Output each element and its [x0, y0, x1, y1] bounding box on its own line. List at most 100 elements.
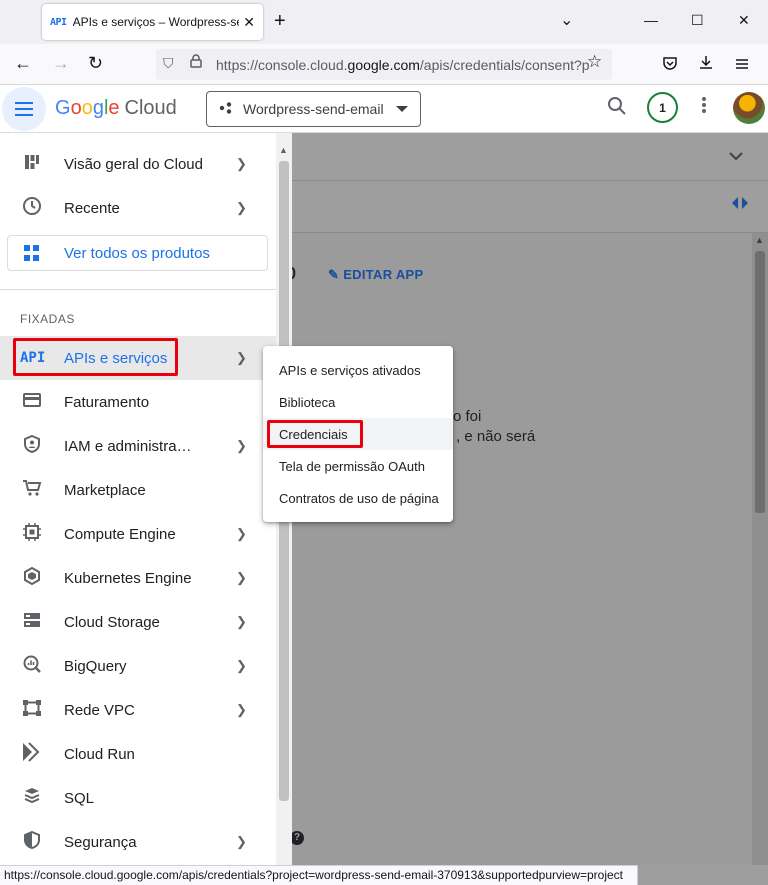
tracking-shield-icon[interactable]: ⛉ — [163, 55, 174, 72]
hamburger-icon — [15, 102, 33, 116]
cloud-console-header: Google Cloud Wordpress-send-email 1 — [0, 85, 768, 133]
scroll-up-icon[interactable]: ▲ — [755, 235, 764, 245]
grid-icon — [24, 245, 40, 261]
bigquery-icon — [20, 655, 44, 678]
back-icon[interactable]: ← — [14, 53, 32, 74]
cloud-run-icon — [20, 741, 44, 767]
avatar[interactable] — [733, 92, 765, 124]
more-options-icon[interactable] — [702, 96, 706, 120]
google-cloud-logo[interactable]: Google Cloud — [55, 97, 177, 120]
nav-drawer: Visão geral do Cloud ❯ Recente ❯ Ver tod… — [0, 133, 276, 865]
security-icon — [20, 830, 44, 854]
highlight-box-credentials — [267, 420, 363, 448]
divider — [0, 289, 276, 290]
link-status-bar: https://console.cloud.google.com/apis/cr… — [0, 865, 638, 885]
url-domain: google.com — [347, 56, 420, 73]
url-prefix: https://console.cloud. — [216, 56, 348, 73]
billing-icon — [20, 392, 44, 412]
chevron-right-icon: ❯ — [236, 350, 247, 365]
nav-item-marketplace[interactable]: Marketplace — [0, 468, 276, 512]
nav-item-cloud-overview[interactable]: Visão geral do Cloud ❯ — [0, 142, 276, 186]
nav-item-cloud-run[interactable]: Cloud Run — [0, 732, 276, 776]
page-content-dimmed-bottom — [638, 865, 768, 885]
api-favicon-icon: API — [50, 16, 67, 28]
dashboard-icon — [20, 154, 44, 175]
nav-item-label: Faturamento — [64, 393, 150, 411]
nav-item-iam[interactable]: IAM e administra… ❯ — [0, 424, 276, 468]
nav-item-compute-engine[interactable]: Compute Engine ❯ — [0, 512, 276, 556]
nav-item-security[interactable]: Segurança ❯ — [0, 820, 276, 864]
chevron-right-icon: ❯ — [236, 658, 247, 673]
scrollbar-thumb[interactable] — [755, 251, 765, 513]
lock-icon[interactable] — [190, 54, 202, 71]
forward-icon[interactable]: → — [52, 53, 70, 74]
content-scrollbar[interactable]: ▲ — [752, 233, 768, 865]
chevron-right-icon: ❯ — [236, 834, 247, 849]
view-all-products-button[interactable]: Ver todos os produtos — [7, 235, 268, 271]
menu-icon[interactable] — [735, 55, 749, 76]
body-text-line-1: o foi — [453, 408, 482, 425]
submenu-item-oauth-consent[interactable]: Tela de permissão OAuth — [263, 450, 453, 482]
maximize-button[interactable]: ☐ — [691, 12, 704, 29]
project-hierarchy-icon — [219, 101, 233, 117]
highlight-box-apis — [13, 338, 178, 376]
nav-item-cloud-storage[interactable]: Cloud Storage ❯ — [0, 600, 276, 644]
main-menu-button[interactable] — [2, 87, 46, 131]
list-all-tabs-icon[interactable]: ⌄ — [560, 10, 573, 30]
nav-item-label: Cloud Run — [64, 745, 135, 763]
tab-close-icon[interactable]: ✕ — [243, 14, 255, 31]
edit-app-button[interactable]: ✎ EDITAR APP — [328, 267, 424, 283]
reload-icon[interactable]: ↻ — [88, 53, 103, 74]
view-all-products-label: Ver todos os produtos — [64, 244, 210, 262]
chevron-right-icon: ❯ — [236, 526, 247, 541]
nav-item-label: Kubernetes Engine — [64, 569, 192, 587]
close-window-button[interactable]: ✕ — [738, 12, 750, 29]
tab-title: APIs e serviços – Wordpress-send-email — [72, 15, 240, 29]
url-bar[interactable]: https://console.cloud. google.com/apis/cr… — [156, 49, 612, 80]
kubernetes-icon — [20, 566, 44, 590]
nav-item-label: BigQuery — [64, 657, 127, 675]
minimize-button[interactable]: — — [644, 12, 658, 28]
project-picker[interactable]: Wordpress-send-email — [206, 91, 421, 127]
bookmark-star-icon[interactable]: ☆ — [587, 52, 602, 72]
browser-nav-bar: ← → ↻ https://console.cloud. google.com/a… — [0, 44, 768, 85]
nav-item-label: Segurança — [64, 833, 137, 851]
chevron-down-icon — [396, 106, 408, 112]
submenu-item-page-usage-agreements[interactable]: Contratos de uso de página — [263, 482, 453, 514]
submenu-item-enabled-apis[interactable]: APIs e serviços ativados — [263, 354, 453, 386]
storage-icon — [20, 612, 44, 633]
nav-item-label: Rede VPC — [64, 701, 135, 719]
collapse-panel-icon[interactable] — [731, 196, 749, 215]
content-toolbar-row — [276, 181, 768, 233]
nav-item-label: Compute Engine — [64, 525, 176, 543]
nav-item-billing[interactable]: Faturamento — [0, 380, 276, 424]
browser-tab[interactable]: API APIs e serviços – Wordpress-send-ema… — [42, 4, 263, 40]
pocket-icon[interactable] — [662, 55, 678, 76]
nav-item-label: Visão geral do Cloud — [64, 155, 203, 173]
nav-item-sql[interactable]: SQL — [0, 776, 276, 820]
download-icon[interactable] — [698, 54, 714, 75]
sql-icon — [20, 787, 44, 810]
search-icon[interactable] — [607, 96, 627, 122]
chip-icon — [20, 522, 44, 546]
nav-item-kubernetes-engine[interactable]: Kubernetes Engine ❯ — [0, 556, 276, 600]
content-header-row — [276, 133, 768, 181]
nav-item-label: SQL — [64, 789, 95, 807]
new-tab-button[interactable]: + — [274, 10, 286, 33]
notification-badge[interactable]: 1 — [647, 92, 678, 123]
nav-item-bigquery[interactable]: BigQuery ❯ — [0, 644, 276, 688]
chevron-down-icon[interactable] — [729, 145, 743, 166]
nav-item-recent[interactable]: Recente ❯ — [0, 186, 276, 230]
body-text-line-2: , e não será — [456, 428, 536, 445]
nav-item-label: IAM e administra… — [64, 437, 192, 455]
submenu-item-library[interactable]: Biblioteca — [263, 386, 453, 418]
clock-icon — [20, 196, 44, 221]
vpc-icon — [20, 699, 44, 722]
nav-item-vpc-network[interactable]: Rede VPC ❯ — [0, 688, 276, 732]
nav-item-label: Marketplace — [64, 481, 146, 499]
chevron-right-icon: ❯ — [236, 200, 247, 215]
scroll-up-icon[interactable]: ▲ — [279, 145, 288, 155]
help-icon[interactable]: ? — [290, 831, 304, 845]
chevron-right-icon: ❯ — [236, 614, 247, 629]
chevron-right-icon: ❯ — [236, 570, 247, 585]
